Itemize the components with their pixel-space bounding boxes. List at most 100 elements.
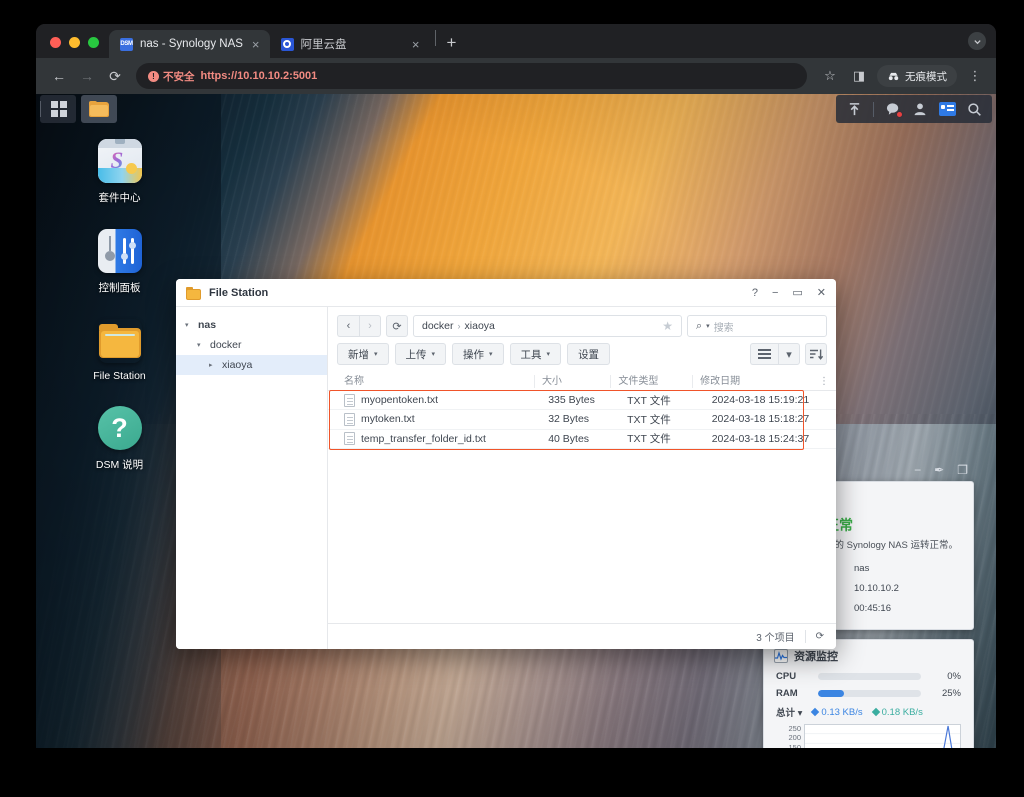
path-segment-xiaoya[interactable]: xiaoya	[465, 320, 495, 332]
back-icon[interactable]: ←	[46, 63, 72, 89]
text-file-icon	[344, 432, 355, 446]
reload-icon[interactable]: ⟳	[102, 63, 128, 89]
table-row[interactable]: mytoken.txt 32 Bytes TXT 文件 2024-03-18 1…	[328, 410, 836, 430]
favorite-star-icon[interactable]: ★	[662, 319, 673, 333]
list-view-icon[interactable]	[750, 343, 778, 365]
upload-button[interactable]: 上传 ▾	[394, 343, 447, 365]
url-bar[interactable]: ! 不安全 https://10.10.10.2:5001	[136, 63, 807, 89]
main-menu-icon[interactable]	[41, 95, 76, 123]
column-header-type[interactable]: 文件类型	[610, 374, 692, 388]
column-header-size[interactable]: 大小	[533, 374, 610, 388]
desktop-icon-package-center[interactable]: S 套件中心	[72, 139, 167, 205]
file-date: 2024-03-18 15:24:37	[711, 432, 810, 445]
close-icon[interactable]: ✕	[817, 286, 826, 299]
incognito-badge[interactable]: 无痕模式	[877, 65, 957, 87]
download-marker-icon	[871, 707, 880, 717]
column-header-date[interactable]: 修改日期	[692, 374, 819, 388]
network-total-label[interactable]: 总计 ▾	[776, 705, 802, 719]
resource-monitor-widget: 资源监控 CPU 0% RAM 25% 总计 ▾ 0.13 KB/s 0.18 …	[763, 639, 974, 748]
taskbar-app-file-station[interactable]	[81, 95, 117, 123]
action-button[interactable]: 操作 ▾	[452, 343, 504, 365]
caret-down-icon[interactable]: ▾	[185, 321, 193, 329]
tree-item-nas[interactable]: ▾ nas	[176, 315, 327, 335]
network-graph-plot	[804, 724, 961, 748]
search-icon[interactable]	[962, 97, 986, 121]
close-window-button[interactable]	[50, 37, 61, 48]
search-input[interactable]: ⌕ ▾ 搜索	[687, 315, 827, 337]
upload-queue-icon[interactable]	[842, 97, 866, 121]
view-mode-caret-icon[interactable]: ▾	[778, 343, 800, 365]
browser-tab-1-label: nas - Synology NAS	[140, 38, 243, 50]
url-text: https://10.10.10.2:5001	[200, 70, 318, 82]
widget-minimize-icon[interactable]: −	[914, 463, 921, 477]
search-icon: ⌕	[696, 319, 703, 332]
widget-detach-icon[interactable]: ❐	[957, 463, 968, 477]
help-icon[interactable]: ?	[752, 287, 758, 299]
health-row-value: 10.10.10.2	[854, 583, 899, 594]
desktop-icon-dsm-help[interactable]: ? DSM 说明	[72, 406, 167, 472]
browser-tab-1[interactable]: DSM nas - Synology NAS ×	[109, 30, 270, 58]
close-tab-2-icon[interactable]: ×	[410, 38, 422, 51]
dsm-favicon: DSM	[120, 37, 133, 51]
path-segment-docker[interactable]: docker	[422, 320, 454, 332]
table-row[interactable]: temp_transfer_folder_id.txt 40 Bytes TXT…	[328, 430, 836, 449]
dsm-taskbar	[36, 94, 996, 124]
upload-button-label: 上传	[405, 348, 427, 361]
user-account-icon[interactable]	[908, 97, 932, 121]
settings-button[interactable]: 设置	[567, 343, 611, 365]
tree-item-docker[interactable]: ▾ docker	[176, 335, 327, 355]
health-row-value: 00:45:16	[854, 603, 891, 614]
side-panel-icon[interactable]: ◨	[848, 65, 870, 87]
file-station-title: File Station	[209, 286, 269, 299]
desktop-icon-file-station[interactable]: File Station	[72, 319, 167, 382]
desktop-icon-label: DSM 说明	[95, 459, 144, 471]
new-tab-button[interactable]: +	[441, 34, 463, 58]
minimize-window-button[interactable]	[69, 37, 80, 48]
caret-down-icon[interactable]: ▾	[197, 341, 205, 349]
table-row[interactable]: myopentoken.txt 335 Bytes TXT 文件 2024-03…	[328, 391, 836, 411]
network-graph: 250 200 150 100 50 0	[764, 721, 973, 748]
file-list-rows: myopentoken.txt 335 Bytes TXT 文件 2024-03…	[328, 390, 836, 450]
widgets-icon[interactable]	[935, 97, 959, 121]
axis-tick: 250	[788, 724, 801, 733]
back-button[interactable]: ‹	[337, 315, 359, 337]
maximize-icon[interactable]: ▭	[792, 286, 802, 299]
action-button-label: 操作	[463, 348, 485, 361]
notifications-icon[interactable]	[881, 97, 905, 121]
close-tab-1-icon[interactable]: ×	[250, 38, 262, 51]
widget-pin-icon[interactable]: ✒	[934, 463, 944, 477]
refresh-button[interactable]: ⟳	[386, 315, 408, 337]
path-separator-icon: ›	[457, 321, 461, 331]
chevron-down-icon[interactable]	[968, 32, 986, 50]
status-refresh-icon[interactable]: ⟳	[816, 631, 824, 642]
search-caret-icon[interactable]: ▾	[706, 322, 710, 330]
forward-button[interactable]: ›	[359, 315, 381, 337]
tools-button[interactable]: 工具 ▾	[509, 343, 562, 365]
incognito-label: 无痕模式	[905, 70, 947, 83]
tree-item-label: docker	[210, 339, 242, 351]
caret-right-icon[interactable]: ▸	[209, 361, 217, 369]
not-secure-badge[interactable]: ! 不安全	[148, 69, 195, 84]
sort-icon[interactable]	[805, 343, 827, 365]
forward-icon[interactable]: →	[74, 63, 100, 89]
browser-menu-icon[interactable]: ⋮	[964, 65, 986, 87]
new-button[interactable]: 新增 ▾	[337, 343, 389, 365]
tree-item-xiaoya[interactable]: ▸ xiaoya	[176, 355, 327, 375]
bookmark-star-icon[interactable]: ☆	[819, 65, 841, 87]
browser-tab-2[interactable]: 阿里云盘 ×	[270, 30, 430, 58]
file-station-titlebar[interactable]: File Station ? − ▭ ✕	[176, 279, 836, 307]
path-bar[interactable]: docker › xiaoya ★	[413, 315, 682, 337]
maximize-window-button[interactable]	[88, 37, 99, 48]
file-type: TXT 文件	[627, 433, 671, 446]
column-header-name[interactable]: 名称	[337, 375, 534, 388]
file-station-sidebar: ▾ nas ▾ docker ▸ xiaoya	[176, 307, 328, 649]
file-type: TXT 文件	[627, 413, 671, 426]
desktop-icon-control-panel[interactable]: 控制面板	[72, 229, 167, 295]
file-type: TXT 文件	[627, 394, 671, 407]
desktop-icon-list: S 套件中心 控制面板 File Station ? DSM 说明	[72, 139, 167, 496]
window-traffic-lights[interactable]	[44, 37, 109, 58]
minimize-icon[interactable]: −	[772, 287, 778, 299]
column-options-icon[interactable]: ⋮	[819, 376, 836, 387]
ram-value: 25%	[941, 688, 961, 699]
desktop-icon-label: 控制面板	[98, 282, 141, 294]
